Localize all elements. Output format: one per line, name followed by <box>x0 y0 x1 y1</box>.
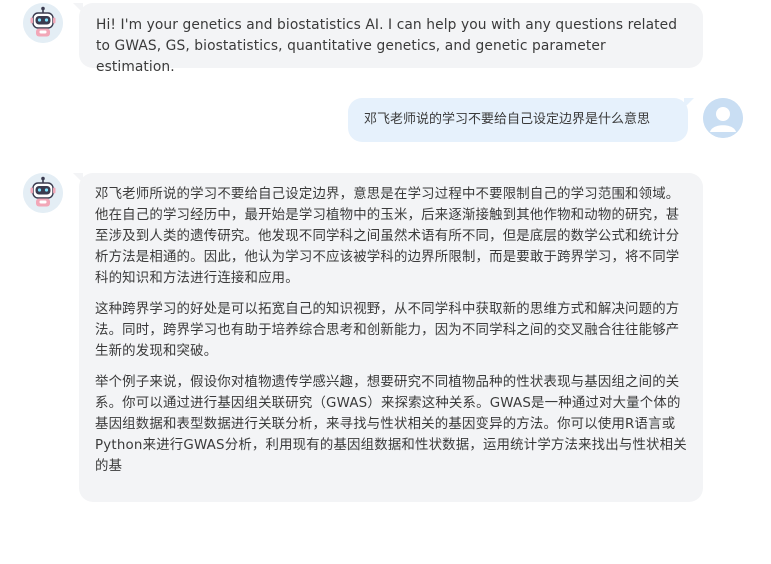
answer-paragraph: 这种跨界学习的好处是可以拓宽自己的知识视野，从不同学科中获取新的思维方式和解决问… <box>95 302 680 359</box>
user-question-message: 邓飞老师说的学习不要给自己设定边界是什么意思 <box>348 98 694 142</box>
robot-icon <box>23 3 63 43</box>
greeting-message: Hi! I'm your genetics and biostatistics … <box>73 3 703 75</box>
answer-paragraph: 举个例子来说，假设你对植物遗传学感兴趣，想要研究不同植物品种的性状表现与基因组之… <box>95 375 687 474</box>
answer-paragraph: 邓飞老师所说的学习不要给自己设定边界，意思是在学习过程中不要限制自己的学习范围和… <box>95 187 680 286</box>
user-avatar <box>703 98 743 138</box>
bot-avatar <box>23 3 63 43</box>
robot-icon <box>23 173 63 213</box>
user-icon <box>703 98 743 138</box>
answer-message: 邓飞老师所说的学习不要给自己设定边界，意思是在学习过程中不要限制自己的学习范围和… <box>73 173 703 502</box>
bot-avatar <box>23 173 63 213</box>
chat-window: Hi! I'm your genetics and biostatistics … <box>0 0 771 564</box>
